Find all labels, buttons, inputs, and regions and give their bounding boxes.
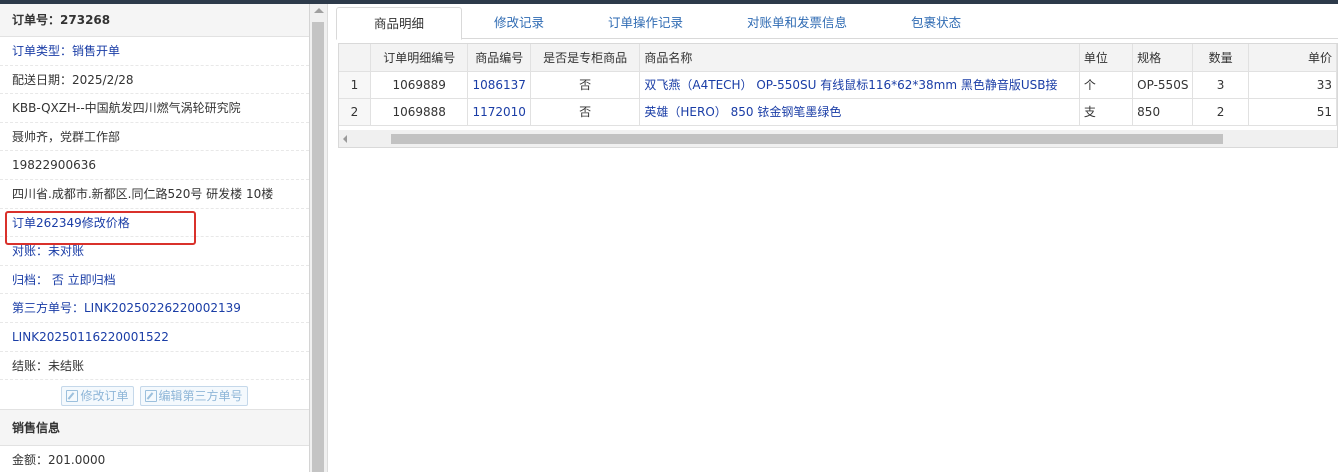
highlight-annotation (5, 211, 196, 245)
edit-order-button[interactable]: 修改订单 (61, 385, 134, 406)
edit-icon (66, 389, 79, 402)
table-cell: 850 (1132, 98, 1194, 126)
table-cell: 否 (530, 98, 641, 126)
table-cell: 个 (1079, 71, 1134, 99)
table-cell: OP-550S (1132, 71, 1194, 99)
table-cell: 1069889 (370, 71, 469, 99)
column-header[interactable]: 单位 (1079, 44, 1134, 72)
edit-icon (144, 389, 157, 402)
order-info-row: KBB-QXZH--中国航发四川燃气涡轮研究院 (0, 94, 309, 123)
order-info-row: 聂帅齐，党群工作部 (0, 123, 309, 152)
order-number-header: 订单号：273268 (0, 4, 309, 37)
column-header[interactable]: 是否是专柜商品 (530, 44, 641, 72)
column-header[interactable]: 数量 (1192, 44, 1249, 72)
order-info-row: 配送日期：2025/2/28 (0, 66, 309, 95)
table-cell[interactable]: 英雄（HERO） 850 铱金钢笔墨绿色 (639, 98, 1080, 126)
table-cell: 2 (339, 98, 371, 126)
order-info-row: 四川省.成都市.新都区.同仁路520号 研发楼 10楼 (0, 180, 309, 209)
tab-2[interactable]: 订单操作记录 (576, 7, 715, 39)
horizontal-scrollbar[interactable] (339, 130, 1337, 147)
tab-4[interactable]: 包裹状态 (879, 7, 993, 39)
table-cell[interactable]: 1172010 (467, 98, 531, 126)
table-cell: 33 (1248, 71, 1337, 99)
table-cell: 3 (1192, 71, 1249, 99)
table-cell: 支 (1079, 98, 1134, 126)
table-cell: 否 (530, 71, 641, 99)
order-info-row: 19822900636 (0, 151, 309, 180)
left-panel-scrollbar[interactable] (310, 4, 328, 472)
table-row[interactable]: 2 1069888 1172010 否英雄（HERO） 850 铱金钢笔墨绿色支 850… (339, 98, 1337, 126)
table-header-row: 订单明细编号 商品编号 是否是专柜商品 商品名称 单位 规格 数量 单价 (339, 44, 1337, 72)
order-info-row[interactable]: 订单类型：销售开单 (0, 37, 309, 66)
table-cell[interactable]: 1086137 (467, 71, 531, 99)
product-detail-grid: 订单明细编号 商品编号 是否是专柜商品 商品名称 单位 规格 数量 单价 1 1069889 10… (338, 43, 1338, 148)
product-table: 订单明细编号 商品编号 是否是专柜商品 商品名称 单位 规格 数量 单价 1 1069889 10… (339, 44, 1337, 126)
column-header[interactable]: 订单明细编号 (370, 44, 469, 72)
order-action-row: 修改订单 编辑第三方单号 (0, 380, 309, 411)
tab-0[interactable]: 商品明细 (336, 7, 463, 40)
order-number-value: 273268 (60, 13, 111, 27)
column-header[interactable]: 规格 (1132, 44, 1194, 72)
scrollbar-thumb[interactable] (312, 22, 324, 472)
order-info-row[interactable]: 第三方单号：LINK20250226220002139 (0, 294, 309, 323)
order-info-row[interactable]: 归档： 否 立即归档 (0, 266, 309, 295)
detail-panel: 商品明细 修改记录 订单操作记录 对账单和发票信息 包裹状态 订单明细编号 商品编号 是否是… (330, 4, 1338, 472)
scroll-up-arrow-icon[interactable] (314, 8, 324, 13)
edit-order-label: 修改订单 (80, 389, 129, 404)
column-header[interactable]: 商品编号 (467, 44, 531, 72)
edit-third-party-label: 编辑第三方单号 (158, 389, 243, 404)
table-cell: 1 (339, 71, 371, 99)
amount-row: 金额：201.0000 (0, 446, 309, 472)
sales-info-header: 销售信息 (0, 410, 309, 447)
tab-1[interactable]: 修改记录 (462, 7, 576, 39)
table-row[interactable]: 1 1069889 1086137 否双飞燕（A4TECH） OP-550SU 有线鼠… (339, 71, 1337, 99)
table-cell: 51 (1248, 98, 1337, 126)
order-info-row: 结账：未结账 (0, 352, 309, 381)
table-cell: 2 (1192, 98, 1249, 126)
order-info-list: 订单类型：销售开单 配送日期：2025/2/28 KBB-QXZH--中国航发四川燃… (0, 37, 309, 381)
order-info-panel: 订单号：273268 订单类型：销售开单 配送日期：2025/2/28 KBB-QX… (0, 4, 310, 472)
column-header[interactable] (339, 44, 371, 72)
order-info-row[interactable]: LINK20250116220001522 (0, 323, 309, 352)
table-cell[interactable]: 双飞燕（A4TECH） OP-550SU 有线鼠标116*62*38mm 黑色静… (639, 71, 1080, 99)
order-number-label: 订单号： (12, 13, 61, 27)
horizontal-scrollbar-thumb[interactable] (391, 134, 1223, 144)
scroll-left-arrow-icon[interactable] (343, 135, 347, 143)
table-cell: 1069888 (370, 98, 469, 126)
edit-third-party-button[interactable]: 编辑第三方单号 (139, 385, 248, 406)
column-header[interactable]: 商品名称 (639, 44, 1080, 72)
detail-tabs: 商品明细 修改记录 订单操作记录 对账单和发票信息 包裹状态 (336, 7, 1338, 40)
tab-3[interactable]: 对账单和发票信息 (715, 7, 879, 39)
column-header[interactable]: 单价 (1248, 44, 1337, 72)
